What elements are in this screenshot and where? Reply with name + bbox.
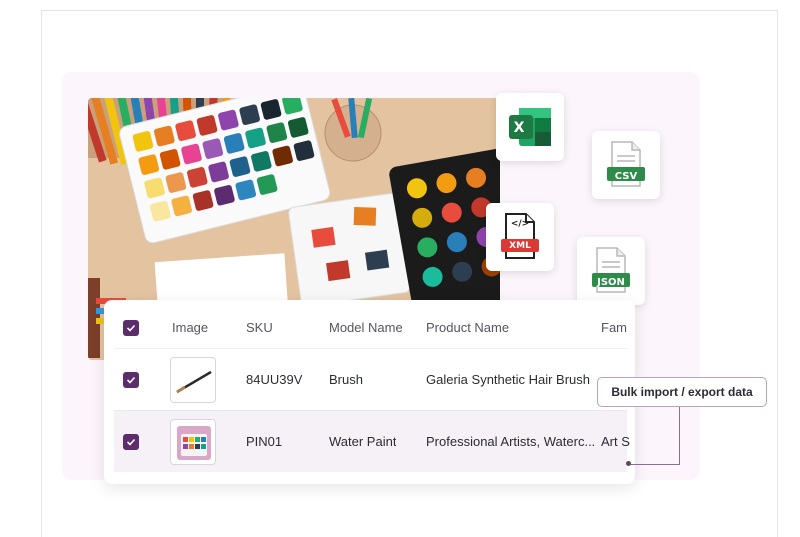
column-header-sku[interactable]: SKU: [246, 320, 273, 335]
model-name-cell: Water Paint: [329, 434, 397, 449]
sku-cell: 84UU39V: [246, 372, 303, 387]
row-checkbox[interactable]: [123, 434, 139, 450]
model-name-cell: Brush: [329, 372, 363, 387]
product-thumbnail-brush[interactable]: [170, 357, 216, 403]
column-header-product-name[interactable]: Product Name: [426, 320, 509, 335]
xml-label: XML: [509, 241, 531, 251]
table-row[interactable]: 84UU39V Brush Galeria Synthetic Hair Bru…: [114, 348, 627, 410]
sku-cell: PIN01: [246, 434, 283, 449]
excel-letter: X: [513, 120, 525, 136]
table-row[interactable]: PIN01 Water Paint Professional Artists, …: [114, 410, 630, 472]
xml-format-card: </> XML: [486, 203, 554, 271]
callout-anchor-dot: [626, 461, 631, 466]
product-thumbnail-water-paint[interactable]: [170, 419, 216, 465]
check-icon: [126, 376, 136, 384]
csv-file-icon: [607, 141, 645, 187]
excel-format-card: X: [496, 93, 564, 161]
csv-label: CSV: [614, 171, 638, 182]
paintbrush-image: [176, 370, 212, 394]
family-cell: Art S: [601, 434, 630, 449]
table-header-row: Image SKU Model Name Product Name Fam: [114, 310, 627, 346]
column-header-family[interactable]: Fam: [601, 320, 631, 335]
column-header-image[interactable]: Image: [172, 320, 208, 335]
product-name-cell: Professional Artists, Waterc...: [426, 434, 596, 449]
check-icon: [126, 324, 136, 332]
json-file-icon: [592, 247, 630, 293]
csv-format-card: CSV: [592, 131, 660, 199]
json-format-card: JSON: [577, 237, 645, 305]
xml-tag-glyph: </>: [510, 219, 530, 229]
product-name-cell: Galeria Synthetic Hair Brush: [426, 372, 591, 387]
bulk-import-export-callout: Bulk import / export data: [597, 377, 767, 407]
column-header-model-name[interactable]: Model Name: [329, 320, 403, 335]
callout-connector-line: [628, 407, 680, 465]
select-all-checkbox[interactable]: [123, 320, 139, 336]
watercolor-set-image: [177, 426, 211, 460]
json-label: JSON: [597, 277, 625, 288]
check-icon: [126, 438, 136, 446]
row-checkbox[interactable]: [123, 372, 139, 388]
product-table: Image SKU Model Name Product Name Fam 84…: [104, 300, 635, 484]
